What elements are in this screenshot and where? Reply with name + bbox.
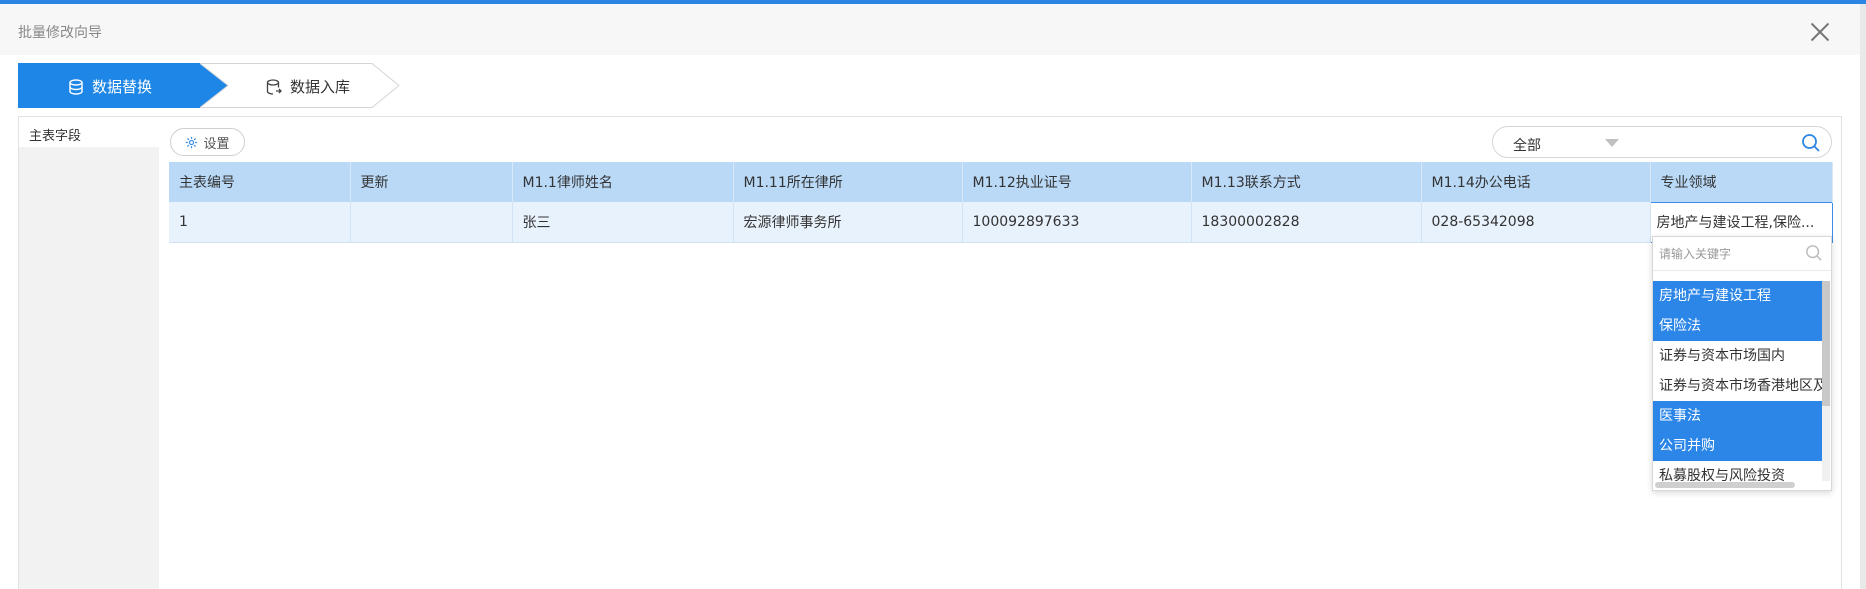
dialog-header: 批量修改向导 <box>0 4 1866 55</box>
column-header[interactable]: 更新 <box>350 162 513 202</box>
step-label: 数据替换 <box>92 78 153 96</box>
settings-button[interactable]: 设置 <box>170 128 245 156</box>
table-cell[interactable]: 宏源律师事务所 <box>733 202 963 243</box>
dropdown-option[interactable]: 证券与资本市场国内 <box>1653 341 1823 371</box>
table-cell[interactable]: 028-65342098 <box>1421 202 1651 243</box>
specialty-dropdown: 房地产与建设工程 保险法 证券与资本市场国内 证券与资本市场香港地区及 医事法 … <box>1652 236 1832 491</box>
dropdown-option[interactable]: 公司并购 <box>1653 431 1823 461</box>
dialog-title: 批量修改向导 <box>18 25 102 41</box>
table-cell[interactable]: 张三 <box>512 202 734 243</box>
column-header[interactable]: M1.13联系方式 <box>1191 162 1422 202</box>
dropdown-option[interactable]: 医事法 <box>1653 401 1823 431</box>
table-cell[interactable] <box>350 202 513 243</box>
dropdown-search <box>1653 237 1831 271</box>
filter-search-box[interactable]: 全部 <box>1492 126 1832 158</box>
field-sidebar: 主表字段 <box>19 117 159 589</box>
dropdown-options: 房地产与建设工程 保险法 证券与资本市场国内 证券与资本市场香港地区及 医事法 … <box>1653 281 1823 490</box>
column-header[interactable]: M1.11所在律所 <box>733 162 963 202</box>
step-data-import[interactable]: 数据入库 <box>200 63 400 108</box>
data-table: 主表编号 更新 M1.1律师姓名 M1.11所在律所 M1.12执业证号 M1.… <box>169 162 1833 243</box>
page-scrollbar[interactable] <box>1860 4 1866 589</box>
column-header[interactable]: M1.14办公电话 <box>1421 162 1651 202</box>
gear-icon <box>186 136 198 148</box>
table-row: 1 张三 宏源律师事务所 100092897633 18300002828 02… <box>169 201 1833 243</box>
table-header-row: 主表编号 更新 M1.1律师姓名 M1.11所在律所 M1.12执业证号 M1.… <box>169 162 1833 202</box>
dropdown-scroll-thumb[interactable] <box>1822 281 1830 406</box>
filter-select[interactable]: 全部 <box>1513 135 1541 155</box>
settings-label: 设置 <box>203 136 230 152</box>
keyword-input[interactable] <box>1659 243 1799 265</box>
step-wizard: 数据替换 数据入库 <box>18 63 400 109</box>
table-cell[interactable]: 1 <box>169 202 351 243</box>
table-cell[interactable]: 100092897633 <box>962 202 1192 243</box>
close-icon[interactable] <box>1810 22 1830 42</box>
search-icon[interactable] <box>1805 244 1823 262</box>
dropdown-option[interactable]: 保险法 <box>1653 311 1823 341</box>
column-header[interactable]: 专业领域 <box>1650 162 1833 202</box>
column-header[interactable]: M1.1律师姓名 <box>512 162 734 202</box>
dropdown-option[interactable]: 房地产与建设工程 <box>1653 281 1823 311</box>
step-label: 数据入库 <box>290 78 351 96</box>
column-header[interactable]: 主表编号 <box>169 162 351 202</box>
database-import-icon <box>266 78 282 95</box>
search-icon[interactable] <box>1801 133 1821 153</box>
database-icon <box>69 78 83 95</box>
dropdown-horizontal-scrollbar[interactable] <box>1655 482 1795 488</box>
dropdown-option[interactable]: 证券与资本市场香港地区及 <box>1653 371 1823 401</box>
table-cell[interactable]: 18300002828 <box>1191 202 1422 243</box>
chevron-down-icon[interactable] <box>1605 139 1619 147</box>
column-header[interactable]: M1.12执业证号 <box>962 162 1192 202</box>
tab-main-fields[interactable]: 主表字段 <box>19 117 159 147</box>
